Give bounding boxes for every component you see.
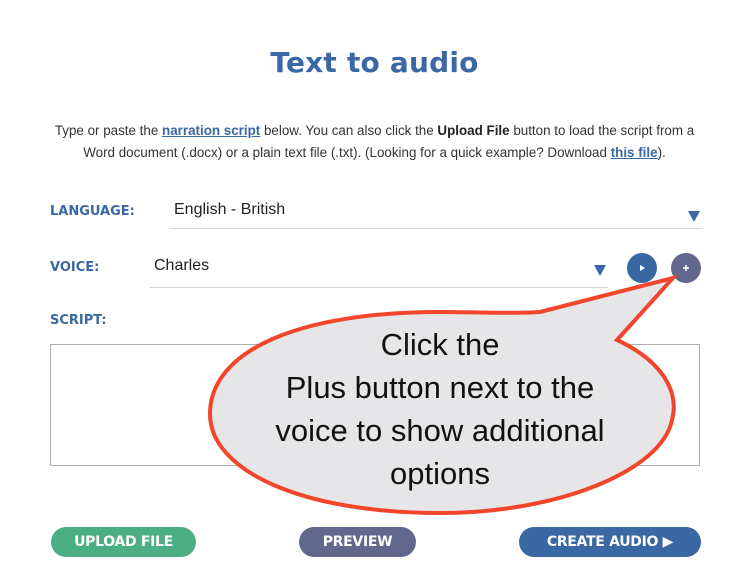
this-file-link[interactable]: this file bbox=[611, 145, 658, 160]
preview-button[interactable]: PREVIEW bbox=[299, 527, 416, 557]
voice-options-plus-button[interactable] bbox=[671, 253, 701, 283]
play-icon bbox=[640, 265, 645, 271]
chevron-down-icon bbox=[688, 211, 700, 222]
intro-text: Type or paste the narration script below… bbox=[48, 120, 701, 164]
page-title: Text to audio bbox=[270, 46, 479, 79]
callout-line: voice to show additional bbox=[275, 413, 605, 448]
voice-label: VOICE: bbox=[50, 260, 100, 275]
callout-text: Click the Plus button next to the voice … bbox=[225, 323, 655, 495]
language-value: English - British bbox=[174, 201, 286, 218]
callout-line: Plus button next to the bbox=[285, 370, 595, 405]
intro-text-part: Type or paste the bbox=[54, 123, 163, 138]
chevron-down-icon bbox=[594, 265, 606, 276]
plus-icon bbox=[683, 265, 689, 271]
play-voice-button[interactable] bbox=[627, 253, 657, 283]
upload-file-button[interactable]: UPLOAD FILE bbox=[51, 527, 196, 557]
language-label: LANGUAGE: bbox=[50, 204, 135, 219]
narration-script-link[interactable]: narration script bbox=[162, 123, 260, 138]
language-select[interactable]: English - British bbox=[170, 198, 702, 229]
intro-text-part: below. You can also click the bbox=[260, 123, 438, 138]
callout-line: Click the bbox=[380, 327, 500, 362]
callout-line: options bbox=[390, 456, 490, 491]
create-audio-button[interactable]: CREATE AUDIO ▶ bbox=[519, 527, 701, 557]
script-label: SCRIPT: bbox=[50, 313, 107, 328]
voice-select[interactable]: Charles bbox=[150, 254, 608, 288]
voice-value: Charles bbox=[154, 257, 210, 274]
intro-text-part: ). bbox=[657, 145, 666, 160]
upload-file-mention: Upload File bbox=[437, 123, 510, 138]
